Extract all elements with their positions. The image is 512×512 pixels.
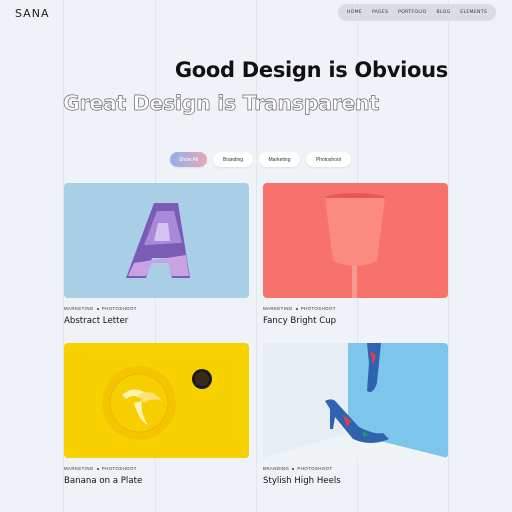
nav-item-portfolio[interactable]: PORTFOLIO (398, 10, 427, 15)
nav-item-home[interactable]: HOME (347, 10, 362, 15)
portfolio-card: MARKETING PHOTOSHOOT Abstract Letter (64, 183, 249, 326)
card-category[interactable]: PHOTOSHOOT (102, 466, 137, 471)
site-logo[interactable]: SANA (15, 7, 49, 20)
card-categories: MARKETING PHOTOSHOOT (64, 306, 249, 311)
banana-plate-icon (64, 343, 249, 458)
nav-item-elements[interactable]: ELEMENTS (460, 10, 487, 15)
separator-dot (96, 307, 99, 310)
card-thumbnail[interactable] (263, 343, 448, 458)
outline-headline-text: Great Design is Transparent (63, 91, 379, 115)
nav-item-blog[interactable]: BLOG (437, 10, 451, 15)
separator-dot (292, 467, 295, 470)
portfolio-card: MARKETING PHOTOSHOOT Banana on a Plate (64, 343, 249, 486)
separator-dot (295, 307, 298, 310)
card-title[interactable]: Stylish High Heels (263, 476, 448, 486)
coral-cup-icon (263, 183, 448, 298)
card-category[interactable]: PHOTOSHOOT (102, 306, 137, 311)
filter-show-all[interactable]: Show All (170, 152, 207, 167)
card-categories: MARKETING PHOTOSHOOT (263, 306, 448, 311)
separator-dot (96, 467, 99, 470)
card-title[interactable]: Banana on a Plate (64, 476, 249, 486)
card-thumbnail[interactable] (64, 183, 249, 298)
filter-photoshoot[interactable]: Photoshoot (306, 152, 351, 167)
card-category[interactable]: MARKETING (64, 306, 94, 311)
main-nav: HOME PAGES PORTFOLIO BLOG ELEMENTS (338, 4, 496, 21)
high-heels-icon (263, 343, 448, 458)
card-thumbnail[interactable] (64, 343, 249, 458)
card-categories: BRANDING PHOTOSHOOT (263, 466, 448, 471)
card-categories: MARKETING PHOTOSHOOT (64, 466, 249, 471)
portfolio-card: MARKETING PHOTOSHOOT Fancy Bright Cup (263, 183, 448, 326)
portfolio-filters: Show All Branding Marketing Photoshoot (170, 152, 351, 167)
hero-headline: Good Design is Obvious (174, 58, 448, 82)
card-category[interactable]: PHOTOSHOOT (297, 466, 332, 471)
grid-line (448, 0, 449, 512)
filter-branding[interactable]: Branding (213, 152, 253, 167)
card-title[interactable]: Abstract Letter (64, 316, 249, 326)
card-title[interactable]: Fancy Bright Cup (263, 316, 448, 326)
hero-outline-headline: Great Design is Transparent (63, 88, 383, 122)
card-category[interactable]: PHOTOSHOOT (301, 306, 336, 311)
filter-marketing[interactable]: Marketing (259, 152, 300, 167)
card-thumbnail[interactable] (263, 183, 448, 298)
nav-item-pages[interactable]: PAGES (372, 10, 388, 15)
letter-a-art-icon (64, 183, 249, 298)
card-category[interactable]: MARKETING (263, 306, 293, 311)
card-category[interactable]: MARKETING (64, 466, 94, 471)
card-category[interactable]: BRANDING (263, 466, 289, 471)
portfolio-card: BRANDING PHOTOSHOOT Stylish High Heels (263, 343, 448, 486)
